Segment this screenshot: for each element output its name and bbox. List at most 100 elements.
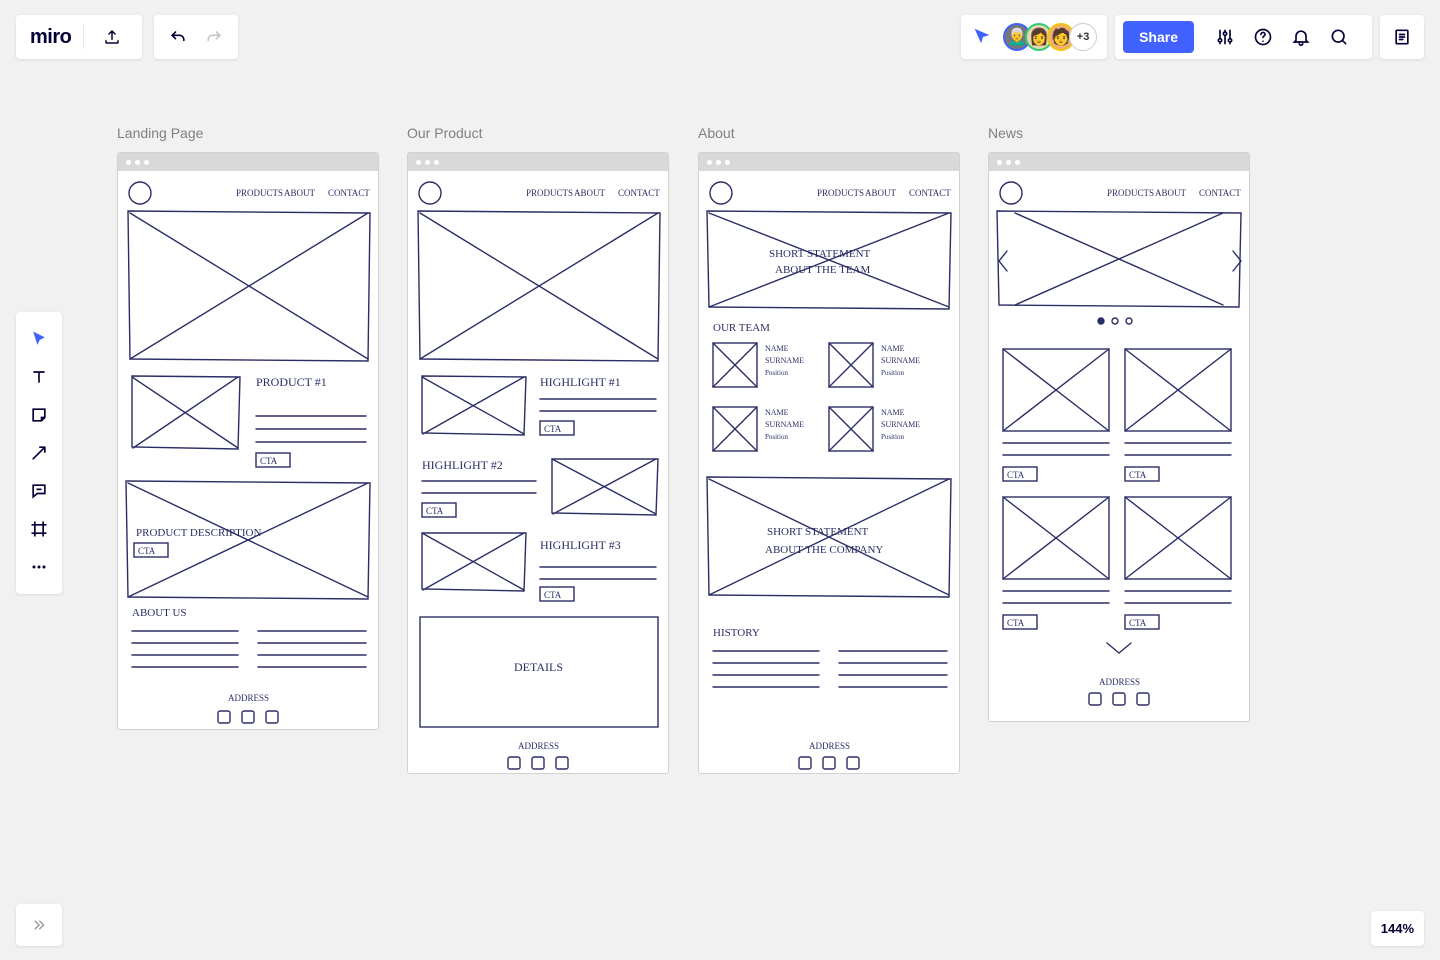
svg-text:CONTACT: CONTACT xyxy=(909,188,951,198)
sticky-tool[interactable] xyxy=(16,396,62,434)
share-button[interactable]: Share xyxy=(1123,21,1194,53)
svg-text:Position: Position xyxy=(881,369,904,377)
svg-text:CONTACT: CONTACT xyxy=(328,188,370,198)
presence-panel: 👨‍🦳 👩 🧑 +3 xyxy=(961,15,1107,59)
svg-text:NAME: NAME xyxy=(881,344,905,353)
svg-text:ABOUT: ABOUT xyxy=(865,188,897,198)
cursor-icon xyxy=(29,329,49,349)
notes-icon xyxy=(1392,27,1412,47)
svg-text:HIGHLIGHT #1: HIGHLIGHT #1 xyxy=(540,375,621,389)
frame-product[interactable]: PRODUCTS ABOUT CONTACT HIGHLIGHT #1 CTA … xyxy=(407,152,669,774)
left-toolbar xyxy=(16,312,62,594)
svg-text:CTA: CTA xyxy=(544,424,562,434)
export-icon xyxy=(103,28,121,46)
svg-text:SURNAME: SURNAME xyxy=(765,356,804,365)
notes-button[interactable] xyxy=(1380,15,1424,59)
svg-text:PRODUCTS: PRODUCTS xyxy=(817,188,864,198)
wireframe-product: PRODUCTS ABOUT CONTACT HIGHLIGHT #1 CTA … xyxy=(408,171,669,774)
redo-icon xyxy=(204,27,224,47)
svg-text:CONTACT: CONTACT xyxy=(618,188,660,198)
svg-text:Position: Position xyxy=(765,369,788,377)
select-tool[interactable] xyxy=(16,320,62,358)
frame-label-landing[interactable]: Landing Page xyxy=(117,125,203,141)
export-button[interactable] xyxy=(96,15,128,59)
redo-button[interactable] xyxy=(198,15,230,59)
svg-text:ABOUT US: ABOUT US xyxy=(132,607,187,619)
svg-text:HISTORY: HISTORY xyxy=(713,627,760,639)
svg-text:SURNAME: SURNAME xyxy=(881,420,920,429)
top-bar: miro 👨‍🦳 👩 🧑 +3 Share xyxy=(0,0,1440,72)
cursor-activity-icon xyxy=(971,26,993,48)
frame-label-product[interactable]: Our Product xyxy=(407,125,482,141)
search-button[interactable] xyxy=(1320,15,1358,59)
svg-text:NAME: NAME xyxy=(881,408,905,417)
frame-landing[interactable]: PRODUCTS ABOUT CONTACT PRODUCT #1 CTA PR… xyxy=(117,152,379,730)
text-tool[interactable] xyxy=(16,358,62,396)
svg-text:HIGHLIGHT #3: HIGHLIGHT #3 xyxy=(540,538,621,552)
svg-text:ADDRESS: ADDRESS xyxy=(1099,677,1140,687)
comment-icon xyxy=(29,481,49,501)
frame-about[interactable]: PRODUCTS ABOUT CONTACT SHORT STATEMENT A… xyxy=(698,152,960,774)
svg-text:CTA: CTA xyxy=(1129,470,1147,480)
wireframe-news: PRODUCTS ABOUT CONTACT CTA CTA CTA CTA A… xyxy=(989,171,1250,722)
svg-text:ABOUT: ABOUT xyxy=(284,188,316,198)
text-icon xyxy=(29,367,49,387)
svg-text:NAME: NAME xyxy=(765,408,789,417)
undo-button[interactable] xyxy=(162,15,194,59)
browser-bar xyxy=(699,153,959,171)
more-tools[interactable] xyxy=(16,548,62,586)
svg-text:ABOUT: ABOUT xyxy=(1155,188,1187,198)
svg-text:SURNAME: SURNAME xyxy=(765,420,804,429)
bell-icon xyxy=(1291,27,1311,47)
svg-text:ABOUT: ABOUT xyxy=(574,188,606,198)
svg-text:ADDRESS: ADDRESS xyxy=(809,741,850,751)
svg-text:OUR TEAM: OUR TEAM xyxy=(713,322,770,334)
svg-text:ADDRESS: ADDRESS xyxy=(518,741,559,751)
divider xyxy=(83,25,84,49)
settings-button[interactable] xyxy=(1206,15,1244,59)
help-button[interactable] xyxy=(1244,15,1282,59)
frame-news[interactable]: PRODUCTS ABOUT CONTACT CTA CTA CTA CTA A… xyxy=(988,152,1250,722)
arrow-icon xyxy=(29,443,49,463)
help-icon xyxy=(1253,27,1273,47)
svg-text:HIGHLIGHT #2: HIGHLIGHT #2 xyxy=(422,458,503,472)
svg-text:CONTACT: CONTACT xyxy=(1199,188,1241,198)
zoom-level[interactable]: 144% xyxy=(1371,911,1424,946)
board-canvas[interactable]: Landing Page xyxy=(0,0,1440,960)
expand-panel-button[interactable] xyxy=(16,904,62,946)
svg-text:PRODUCTS: PRODUCTS xyxy=(1107,188,1154,198)
svg-text:CTA: CTA xyxy=(1007,618,1025,628)
arrow-tool[interactable] xyxy=(16,434,62,472)
frame-label-about[interactable]: About xyxy=(698,125,735,141)
browser-bar xyxy=(118,153,378,171)
svg-text:CTA: CTA xyxy=(260,456,278,466)
avatar-overflow-count[interactable]: +3 xyxy=(1069,23,1097,51)
frame-tool[interactable] xyxy=(16,510,62,548)
svg-text:PRODUCT DESCRIPTION: PRODUCT DESCRIPTION xyxy=(136,527,261,539)
share-panel: Share xyxy=(1115,15,1372,59)
avatars[interactable]: 👨‍🦳 👩 🧑 +3 xyxy=(1003,23,1097,51)
browser-bar xyxy=(989,153,1249,171)
wireframe-landing: PRODUCTS ABOUT CONTACT PRODUCT #1 CTA PR… xyxy=(118,171,379,730)
undo-icon xyxy=(168,27,188,47)
svg-text:ADDRESS: ADDRESS xyxy=(228,693,269,703)
svg-text:CTA: CTA xyxy=(1007,470,1025,480)
comment-tool[interactable] xyxy=(16,472,62,510)
svg-text:PRODUCTS: PRODUCTS xyxy=(236,188,283,198)
svg-text:CTA: CTA xyxy=(544,590,562,600)
undo-redo-box xyxy=(154,15,238,59)
svg-text:SHORT STATEMENT: SHORT STATEMENT xyxy=(769,248,871,260)
svg-text:PRODUCT #1: PRODUCT #1 xyxy=(256,375,327,389)
frame-label-news[interactable]: News xyxy=(988,125,1023,141)
app-logo[interactable]: miro xyxy=(30,26,71,49)
search-icon xyxy=(1329,27,1349,47)
frame-icon xyxy=(29,519,49,539)
svg-text:ABOUT THE TEAM: ABOUT THE TEAM xyxy=(775,264,871,276)
sticky-note-icon xyxy=(29,405,49,425)
zoom-value: 144% xyxy=(1381,921,1414,936)
notifications-button[interactable] xyxy=(1282,15,1320,59)
svg-text:CTA: CTA xyxy=(1129,618,1147,628)
svg-text:Position: Position xyxy=(765,433,788,441)
sliders-icon xyxy=(1215,27,1235,47)
svg-text:CTA: CTA xyxy=(138,546,156,556)
